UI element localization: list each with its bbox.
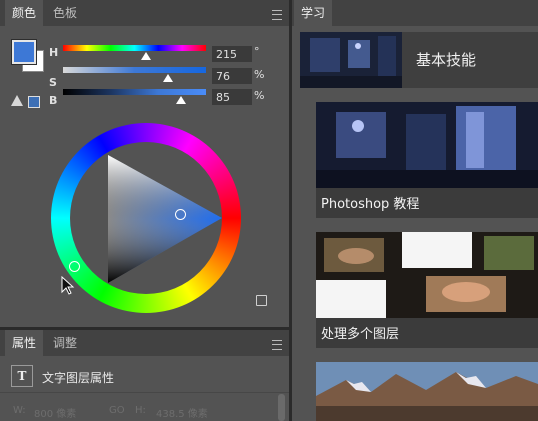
learn-header-title: 基本技能 (416, 51, 477, 69)
triangle-picker-handle[interactable] (175, 209, 186, 220)
column-divider[interactable] (289, 0, 292, 421)
mouse-cursor-icon (61, 276, 75, 295)
height-value: 438.5 像素 (156, 409, 208, 420)
panel-divider[interactable] (0, 327, 289, 330)
tutorial-card[interactable]: Photoshop 教程 (316, 102, 538, 218)
learn-header[interactable]: 基本技能 (300, 32, 538, 88)
height-label: H: (135, 405, 146, 416)
tutorial-card-label: Photoshop 教程 (321, 197, 420, 212)
tutorial-card[interactable] (316, 362, 538, 421)
tab-properties[interactable]: 属性 (5, 330, 43, 356)
tutorial-card-label: 处理多个图层 (321, 327, 400, 342)
properties-menu-icon[interactable] (272, 340, 282, 350)
tutorial-card-thumbnail (316, 232, 538, 318)
properties-scrollbar[interactable] (278, 394, 285, 421)
properties-divider (0, 392, 289, 393)
tab-learn[interactable]: 学习 (294, 0, 332, 26)
tab-adjustments[interactable]: 调整 (45, 330, 85, 356)
tutorial-card[interactable]: 处理多个图层 (316, 232, 538, 348)
color-panel: 颜色 色板 H 215 ° S 76 % B 85 % (0, 0, 289, 327)
width-value: 800 像素 (34, 409, 77, 420)
section-title: 文字图层属性 (42, 371, 115, 385)
wheel-picker-handle[interactable] (69, 261, 80, 272)
properties-panel: 属性 调整 T 文字图层属性 W: 800 像素 GO H: 438.5 像素 (0, 330, 289, 421)
color-triangle[interactable] (0, 0, 289, 327)
learn-panel-tabbar: 学习 (292, 0, 538, 26)
learn-header-thumbnail (300, 32, 402, 88)
tutorial-card-thumbnail (316, 102, 538, 188)
color-panel-resize-icon[interactable] (256, 295, 267, 306)
text-layer-icon: T (11, 365, 33, 387)
width-label: W: (13, 405, 26, 416)
properties-panel-tabbar: 属性 调整 (0, 330, 289, 356)
link-icon: GO (109, 405, 125, 416)
tutorial-card-thumbnail (316, 362, 538, 421)
